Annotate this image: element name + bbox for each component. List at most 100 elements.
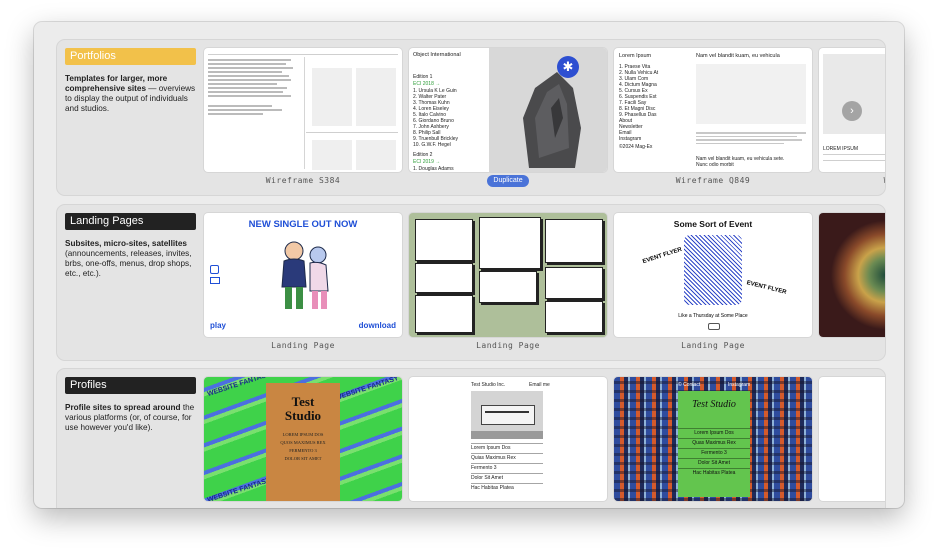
profile-line: FERMENTO 3 (289, 448, 317, 453)
nav-links[interactable]: About Newsletter Email Instagram (619, 118, 643, 142)
text-block (208, 57, 300, 143)
image-placeholder (312, 68, 352, 126)
profile-title: Test Studio (284, 394, 322, 423)
contact-link[interactable]: © Contact (678, 382, 700, 388)
edition-label: Edition 2 (413, 152, 433, 158)
instagram-icon[interactable] (210, 265, 219, 274)
image-placeholder (356, 140, 396, 170)
nav-link[interactable]: Instagram (619, 136, 643, 142)
profile-title: Test Studio (692, 399, 736, 410)
profile-link[interactable]: Quias Maximus Rex (471, 453, 543, 463)
event-illustration (684, 235, 742, 305)
card-caption: Wireframe Q849 (675, 176, 751, 185)
name-list: 1. Douglas Adams2. Terence McKenna3. Pil… (413, 166, 459, 172)
studio-name: Test Studio Inc. (471, 382, 506, 388)
profile-link[interactable]: Hac Habitas Platea (678, 468, 750, 478)
template-card-plaid-studio[interactable]: © Contact Instagram Test Studio Lorem Ip… (614, 377, 812, 501)
text-box (479, 217, 541, 269)
template-card-partial[interactable] (819, 213, 885, 337)
card-caption: Landing Page (271, 341, 335, 350)
body-text (696, 130, 806, 146)
section-profiles: Profiles Profile sites to spread around … (56, 368, 886, 508)
image-placeholder (356, 68, 396, 126)
mail-icon[interactable] (210, 277, 220, 284)
profile-link[interactable]: Quas Maximus Rex (678, 438, 750, 448)
card-heading: Object International (413, 52, 461, 58)
profile-link[interactable]: Fermento 3 (471, 463, 543, 473)
email-link[interactable]: Email me (529, 382, 550, 388)
image-placeholder (823, 54, 885, 134)
link-list[interactable]: Lorem Ipsum Dos Quias Maximus Rex Fermento… (471, 443, 543, 493)
background-text: WEBSITE FANTASY (206, 476, 272, 501)
scroll-right-button[interactable]: › (842, 101, 862, 121)
profile-panel: Test Studio Lorem Ipsum Dos Quas Maximus … (678, 391, 750, 497)
image-placeholder (696, 64, 806, 124)
card-caption: Wireframe S384 (265, 176, 341, 185)
text-box (415, 219, 473, 261)
template-card-wireframe-q849[interactable]: Lorem Ipsum Nam vel blandit kuam, eu veh… (614, 48, 812, 172)
app-window: Portfolios Templates for larger, more co… (34, 22, 904, 508)
text-box (415, 295, 473, 333)
profile-line: QUOS MAXIMUS REX (280, 440, 326, 445)
card-heading: Nam vel blandit kuam, eu vehicula (696, 53, 780, 59)
edition-link: ECI 2019 → (413, 159, 441, 165)
link-list[interactable]: Lorem Ipsum Dos Quas Maximus Rex Fermento … (678, 428, 750, 478)
profile-line: DOLOR SIT AMET (284, 456, 322, 461)
section-title: Profiles (65, 377, 196, 394)
numbered-list: 1. Praese Vita 2. Nulla Vehicu At 3. Ulam … (619, 64, 658, 118)
text-box (479, 271, 537, 303)
text-box (415, 263, 473, 293)
footer-text: Nam vel blandit kuam, eu vehicula sete. … (696, 156, 785, 168)
section-description: Subsites, micro-sites, satellites (annou… (65, 239, 192, 278)
card-caption: Landing Page (476, 341, 540, 350)
profile-link[interactable]: Dolor Sit Amet (471, 473, 543, 483)
card-label: LOREM IPSUM (823, 146, 859, 152)
divider (208, 54, 398, 55)
text-box (545, 301, 603, 333)
card-heading: Lorem Ipsum (619, 53, 652, 59)
text-box (545, 267, 603, 299)
template-card-object-international[interactable]: Object International Edition 1 ECI 2018 … (409, 48, 607, 172)
globe-icon: ✱ (557, 56, 579, 78)
social-icon[interactable] (708, 323, 720, 330)
template-card-text-boxes[interactable] (409, 213, 607, 337)
play-link[interactable]: play (210, 321, 226, 330)
duplicate-button[interactable]: Duplicate (487, 175, 529, 187)
card-caption: Landing Page (681, 341, 745, 350)
profile-link[interactable]: Lorem Ipsum Dos (678, 428, 750, 438)
download-link[interactable]: download (359, 321, 396, 330)
list-item: 10. G.W.F. Hegel (413, 142, 451, 148)
event-tag: EVENT FLYER (745, 280, 787, 296)
name-list: 1. Ursula K Le Guin 2. Walter Pater 3. Tho… (413, 88, 458, 148)
background-text: WEBSITE FANTASY (206, 377, 272, 399)
event-tag: EVENT FLYER (642, 246, 683, 266)
template-card-event-flyer[interactable]: Some Sort of Event EVENT FLYER EVENT FLY… (614, 213, 812, 337)
card-caption: W (819, 176, 885, 185)
template-card-partial[interactable] (819, 377, 885, 501)
edition-label: Edition 1 (413, 74, 433, 80)
rock-image: ✱ (489, 48, 607, 172)
profile-link[interactable]: Dolor Sit Amet (678, 458, 750, 468)
instagram-link[interactable]: Instagram (728, 382, 750, 388)
profile-panel: Test Studio LOREM IPSUM DOS QUOS MAXIMUS … (266, 383, 340, 501)
profile-line: LOREM IPSUM DOS (282, 432, 324, 437)
section-title: Portfolios (65, 48, 196, 65)
card-headline: Some Sort of Event (673, 219, 753, 229)
section-title: Landing Pages (65, 213, 196, 230)
section-description: Templates for larger, more comprehensive… (65, 74, 196, 113)
template-card-architecture[interactable]: Test Studio Inc. Email me Lorem Ipsum Do… (409, 377, 607, 501)
profile-link[interactable]: Fermento 3 (678, 448, 750, 458)
profile-link[interactable]: Hac Habitas Platea (471, 483, 543, 493)
profile-link[interactable]: Lorem Ipsum Dos (471, 443, 543, 453)
event-footer: Like a Thursday at Some Place (678, 313, 748, 319)
profile-lines: LOREM IPSUM DOS QUOS MAXIMUS REX FERMENTO … (266, 431, 340, 463)
template-card-wireframe-s384[interactable] (204, 48, 402, 172)
template-card-new-single[interactable]: NEW SINGLE OUT NOW play download (204, 213, 402, 337)
illustration (281, 241, 329, 309)
section-portfolios: Portfolios Templates for larger, more co… (56, 39, 886, 196)
background-text: WEBSITE FANTASY (334, 377, 400, 403)
template-card-website-fantasy[interactable]: WEBSITE FANTASY WEBSITE FANTASY WEBSITE … (204, 377, 402, 501)
section-landing-pages: Landing Pages Subsites, micro-sites, sat… (56, 204, 886, 361)
section-description: Profile sites to spread around the vario… (65, 403, 195, 432)
image-placeholder (312, 140, 352, 170)
